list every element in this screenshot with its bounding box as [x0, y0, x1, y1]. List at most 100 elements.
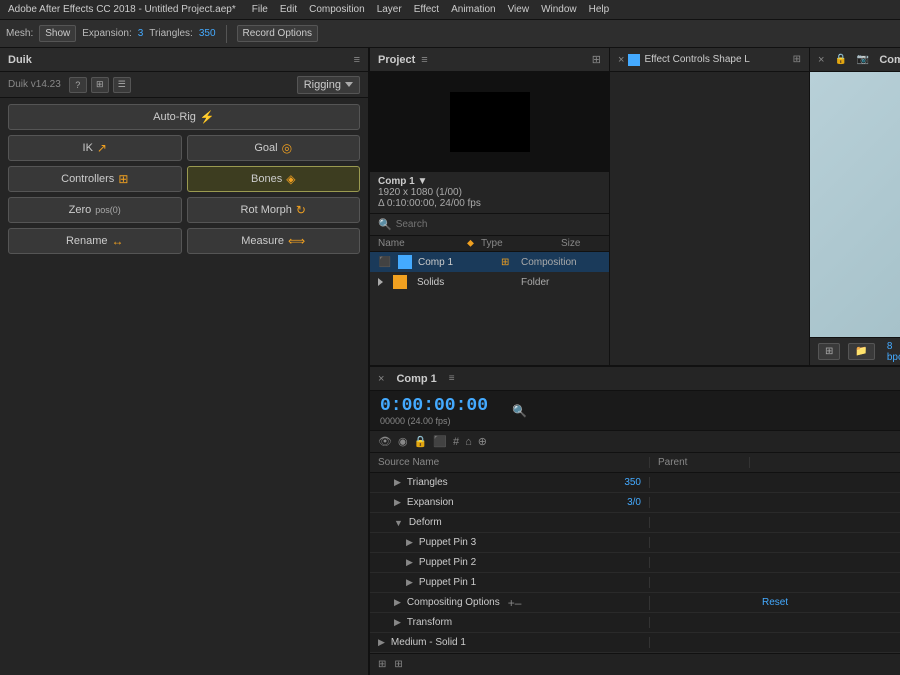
comp-info-duration: Δ 0:10:00:00, 24/00 fps	[378, 198, 601, 209]
duik-list-icon[interactable]: ☰	[113, 77, 131, 93]
timeline-close[interactable]: ×	[378, 373, 384, 385]
duik-grid-icon[interactable]: ⊞	[91, 77, 109, 93]
puppet1-expand[interactable]: ▶	[406, 577, 413, 588]
compositing-expand[interactable]: ▶	[394, 597, 401, 608]
duik-mode-dropdown[interactable]: Rigging	[297, 76, 360, 94]
layer-puppet1: ▶ Puppet Pin 1	[370, 573, 900, 593]
comp-color-icon	[398, 255, 412, 269]
tl-eye-btn[interactable]: 👁	[378, 435, 392, 448]
layer-deform: ▼ Deform	[370, 513, 900, 533]
menu-effect[interactable]: Effect	[414, 4, 439, 15]
add-remove-btn[interactable]: +–	[504, 596, 526, 610]
layer-expansion: ▶ Expansion 3/0	[370, 493, 900, 513]
pos0-label: pos(0)	[95, 205, 121, 215]
duik-panel: Duik ≡ Duik v14.23 ? ⊞ ☰ Rigging Auto-Ri…	[0, 48, 370, 675]
expansion-expand[interactable]: ▶	[394, 497, 401, 508]
rename-button[interactable]: Rename ↔	[8, 228, 182, 254]
puppet3-name: Puppet Pin 3	[419, 537, 476, 548]
tl-footer-icon2[interactable]: ⊞	[394, 659, 402, 670]
reset-button[interactable]: Reset	[762, 597, 788, 608]
controllers-bones-row: Controllers ⊞ Bones ◈	[8, 166, 360, 192]
bones-button[interactable]: Bones ◈	[187, 166, 361, 192]
deform-expand[interactable]: ▼	[394, 518, 403, 528]
solid1-expand[interactable]: ▶	[378, 637, 385, 648]
tl-solo-btn[interactable]: ◉	[398, 435, 408, 448]
measure-button[interactable]: Measure ⟺	[187, 228, 361, 254]
menu-help[interactable]: Help	[589, 4, 610, 15]
expansion-label: Expansion:	[82, 28, 131, 39]
col-header-type: Type	[481, 238, 561, 249]
top-right: Project ≡ ⊞ Comp 1 ▼ 1920 x 1080 (1/00) …	[370, 48, 900, 365]
controllers-button[interactable]: Controllers ⊞	[8, 166, 182, 192]
tl-color-btn[interactable]: ⬛	[433, 435, 447, 448]
duik-mode-label: Rigging	[304, 79, 341, 91]
menu-layer[interactable]: Layer	[377, 4, 402, 15]
ik-button[interactable]: IK ↗	[8, 135, 182, 161]
tl-adjustments[interactable]: ⊕	[478, 435, 487, 448]
auto-rig-icon: ⚡	[200, 110, 215, 124]
tl-lock-btn[interactable]: 🔒	[414, 435, 428, 448]
chevron-down-icon	[345, 82, 353, 87]
comp-panel-close[interactable]: ×	[818, 54, 824, 66]
comp-info-name: Comp 1 ▼	[378, 176, 601, 187]
ik-icon: ↗	[97, 141, 107, 155]
app-title: Adobe After Effects CC 2018 - Untitled P…	[8, 4, 236, 15]
project-tab[interactable]: Project	[378, 54, 415, 66]
goal-button[interactable]: Goal ◎	[187, 135, 361, 161]
panel-menu-icon[interactable]: ≡	[421, 54, 427, 66]
col-header-size: Size	[561, 238, 601, 249]
timeline-header: × Comp 1 ≡	[370, 367, 900, 391]
triangles-expand[interactable]: ▶	[394, 477, 401, 488]
tl-frame-blend[interactable]: ⌂	[465, 436, 472, 448]
bpc-label: 8 bpc	[887, 341, 900, 363]
compositing-name: Compositing Options	[407, 597, 500, 608]
triangles-label: Triangles:	[149, 28, 193, 39]
goal-icon: ◎	[282, 141, 292, 155]
duik-help-icon[interactable]: ?	[69, 77, 87, 93]
project-item-solids[interactable]: Solids Folder	[370, 272, 609, 292]
deform-name: Deform	[409, 517, 442, 528]
tl-footer-icon1[interactable]: ⊞	[378, 659, 386, 670]
tl-motion-blur[interactable]: #	[453, 436, 459, 448]
project-item-solids-type: Folder	[521, 277, 601, 288]
expansion-value: 3/0	[627, 497, 641, 508]
solid1-name: Medium - Solid 1	[391, 637, 466, 648]
comp-panel-tab[interactable]: Composition Comp 1	[879, 54, 900, 66]
expansion-name: Expansion	[407, 497, 454, 508]
project-col-headers: Name ⬥ Type Size	[370, 236, 609, 252]
menu-edit[interactable]: Edit	[280, 4, 297, 15]
project-search-bar[interactable]: 🔍	[370, 214, 609, 236]
panel-expand-icon[interactable]: ⊞	[592, 53, 601, 66]
comp-footer-icon1[interactable]: ⊞	[818, 343, 840, 360]
puppet2-expand[interactable]: ▶	[406, 557, 413, 568]
menu-window[interactable]: Window	[541, 4, 577, 15]
rot-morph-label: Rot Morph	[241, 204, 292, 216]
duik-icon-group: ? ⊞ ☰	[69, 77, 131, 93]
comp-lock-icon: 🔒	[834, 54, 846, 65]
record-options-button[interactable]: Record Options	[237, 25, 318, 42]
time-code[interactable]: 0:00:00:00	[380, 396, 488, 416]
puppet3-expand[interactable]: ▶	[406, 537, 413, 548]
timeline-footer: ⊞ ⊞ None ▾ 📷	[370, 653, 900, 675]
effect-panel-close[interactable]: ×	[618, 54, 624, 66]
zero-button[interactable]: Zero pos(0)	[8, 197, 182, 223]
project-item-comp1[interactable]: ⬛ Comp 1 ⊞ Composition	[370, 252, 609, 272]
rot-morph-button[interactable]: Rot Morph ↻	[187, 197, 361, 223]
comp-link-icon: ⊞	[501, 257, 515, 268]
comp-footer-icon2[interactable]: 📁	[848, 343, 874, 360]
timeline-tool-search[interactable]: 🔍	[508, 402, 531, 420]
effect-panel-expand[interactable]: ⊞	[793, 54, 801, 65]
measure-label: Measure	[241, 235, 284, 247]
show-button[interactable]: Show	[39, 25, 76, 42]
triangles-name: Triangles	[407, 477, 448, 488]
menu-animation[interactable]: Animation	[451, 4, 495, 15]
menu-composition[interactable]: Composition	[309, 4, 365, 15]
auto-rig-button[interactable]: Auto-Rig ⚡	[8, 104, 360, 130]
timeline-col-headers: Source Name Parent	[370, 453, 900, 473]
menu-view[interactable]: View	[508, 4, 530, 15]
transform-expand[interactable]: ▶	[394, 617, 401, 628]
search-input[interactable]	[396, 219, 601, 230]
menu-file[interactable]: File	[252, 4, 268, 15]
puppet2-name: Puppet Pin 2	[419, 557, 476, 568]
duik-menu-icon[interactable]: ≡	[354, 54, 360, 66]
